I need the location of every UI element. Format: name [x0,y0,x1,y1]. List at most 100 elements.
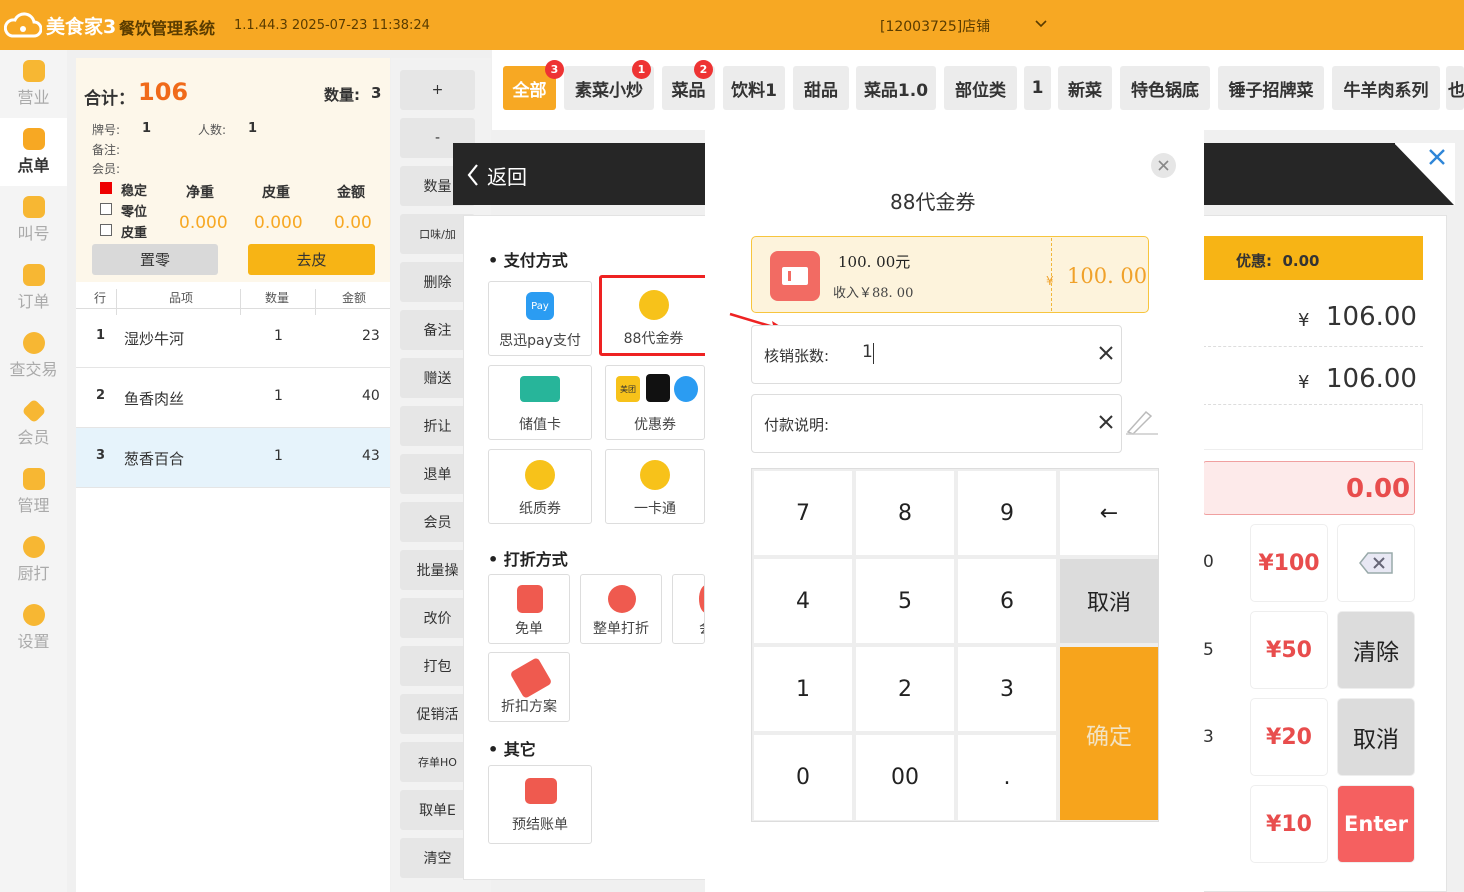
nav-item-call[interactable]: 叫号 [0,186,67,254]
category-tab[interactable]: 特色锅底 [1120,66,1210,110]
category-label: 素菜小炒 [575,80,643,101]
category-tab[interactable]: 部位类 [944,66,1017,110]
quick-amount-50[interactable]: ¥50 [1250,611,1328,689]
nav-item-manage[interactable]: 管理 [0,458,67,526]
clear-icon[interactable] [1098,345,1114,361]
douyin-icon [646,374,670,402]
clear-icon[interactable] [1098,414,1114,430]
handwriting-icon[interactable] [1124,406,1160,436]
key-4[interactable]: 4 [754,559,852,643]
key-dot[interactable]: . [958,735,1056,820]
category-tab[interactable]: 菜品1.0 [856,66,936,110]
method-paper-voucher[interactable]: 纸质券 [488,449,592,524]
chevron-left-icon[interactable] [466,163,480,187]
category-tab[interactable]: 也 [1446,66,1464,110]
remaining-value: 0.00 [1346,474,1411,504]
nav-item-transactions[interactable]: 查交易 [0,322,67,390]
nav-item-business[interactable]: 营业 [0,50,67,118]
backspace-icon [1359,552,1393,574]
tare-checkbox[interactable] [100,224,112,236]
key-9[interactable]: 9 [958,471,1056,555]
quick-digit[interactable]: 5 [1203,640,1214,660]
category-label: 也 [1448,80,1464,101]
key-7[interactable]: 7 [754,471,852,555]
quick-amount-20[interactable]: ¥20 [1250,698,1328,776]
modal-close-button[interactable] [1151,153,1176,178]
category-tab[interactable]: 甜品 [793,66,849,110]
cancel-payment-button[interactable]: 取消 [1337,698,1415,776]
total-label: 合计： [84,89,135,109]
method-88-voucher[interactable]: 88代金券 [599,275,708,356]
clear-amount-button[interactable]: 清除 [1337,611,1415,689]
method-sixunpay[interactable]: Pay 思迅pay支付 [488,281,592,356]
category-tab[interactable]: 锤子招牌菜 [1218,66,1324,110]
category-tab[interactable]: 新菜 [1058,66,1112,110]
count-field[interactable]: 核销张数: 1 [751,325,1122,384]
quick-digit[interactable]: 3 [1203,727,1214,747]
nav-item-member[interactable]: 会员 [0,390,67,458]
pre-settle-bill[interactable]: 预结账单 [488,765,592,844]
close-icon[interactable] [1428,148,1446,166]
tare-weight-header: 皮重 [262,185,290,201]
key-cancel[interactable]: 取消 [1060,559,1158,643]
nav-item-orders[interactable]: 订单 [0,254,67,322]
nav-item-kitchen[interactable]: 厨打 [0,526,67,594]
category-tab[interactable]: 菜品 2 [662,60,715,110]
backspace-button[interactable] [1337,524,1415,602]
key-2[interactable]: 2 [856,647,954,731]
discount-whole-order[interactable]: 整单打折 [580,574,662,644]
note-field[interactable]: 付款说明: [751,394,1122,453]
app-logo: 美食家3 [4,10,116,40]
discount-free[interactable]: 免单 [488,574,570,644]
table-row[interactable]: 1 湿炒牛河 1 23 [76,308,390,368]
key-backspace[interactable]: ← [1060,471,1158,555]
discount-member[interactable]: 会 [672,574,705,644]
key-3[interactable]: 3 [958,647,1056,731]
method-stored-card[interactable]: 储值卡 [488,365,592,440]
nav-item-settings[interactable]: 设置 [0,594,67,662]
category-tab[interactable]: 素菜小炒 1 [564,60,654,110]
zero-button[interactable]: 置零 [92,244,218,275]
note-label: 备注: [92,143,121,157]
people-value: 1 [248,121,258,136]
nav-item-order[interactable]: 点单 [0,118,67,186]
category-tab[interactable]: 全部 3 [503,60,564,110]
store-selector[interactable]: [12003725]店铺 [880,16,990,36]
count-input[interactable]: 1 [862,342,1062,362]
amount-due: 106.00 [1326,302,1417,332]
category-tab[interactable]: 牛羊肉系列 [1332,66,1440,110]
order-table-header: 行 品项 数量 金额 [76,283,390,315]
key-0[interactable]: 0 [754,735,852,820]
nav-label: 订单 [17,292,50,311]
method-one-card[interactable]: 一卡通 [605,449,705,524]
table-row[interactable]: 3 葱香百合 1 43 [76,428,390,488]
quick-amount-100[interactable]: ¥100 [1250,524,1328,602]
tare-button[interactable]: 去皮 [248,244,375,275]
category-tab[interactable]: 饮料1 [723,66,785,110]
key-6[interactable]: 6 [958,559,1056,643]
enter-button[interactable]: Enter [1337,785,1415,863]
key-8[interactable]: 8 [856,471,954,555]
key-00[interactable]: 00 [856,735,954,820]
back-button[interactable]: 返回 [487,161,527,190]
key-5[interactable]: 5 [856,559,954,643]
pay-section-label: 支付方式 [503,251,568,270]
table-value: 1 [142,121,152,136]
chevron-down-icon[interactable] [1034,16,1048,30]
quick-digit[interactable]: 0 [1203,552,1214,572]
category-tab[interactable]: 1 [1024,66,1051,110]
stable-checkbox[interactable] [100,182,112,194]
add-button[interactable]: + [400,70,475,110]
paper-voucher-icon [525,460,555,490]
qty-label: 数量: [324,86,360,104]
table-row[interactable]: 2 鱼香肉丝 1 40 [76,368,390,428]
col-line: 行 [94,291,107,305]
method-coupon[interactable]: 美团 优惠券 [605,365,705,440]
discount-plan[interactable]: 折扣方案 [488,652,570,722]
divider [1203,346,1423,347]
key-confirm[interactable]: 确定 [1060,647,1158,820]
quick-amount-10[interactable]: ¥10 [1250,785,1328,863]
zero-checkbox[interactable] [100,203,112,215]
key-1[interactable]: 1 [754,647,852,731]
order-panel: 合计： 106 数量: 3 牌号: 1 人数: 1 备注: 会员: 稳定 零位 … [76,58,390,892]
